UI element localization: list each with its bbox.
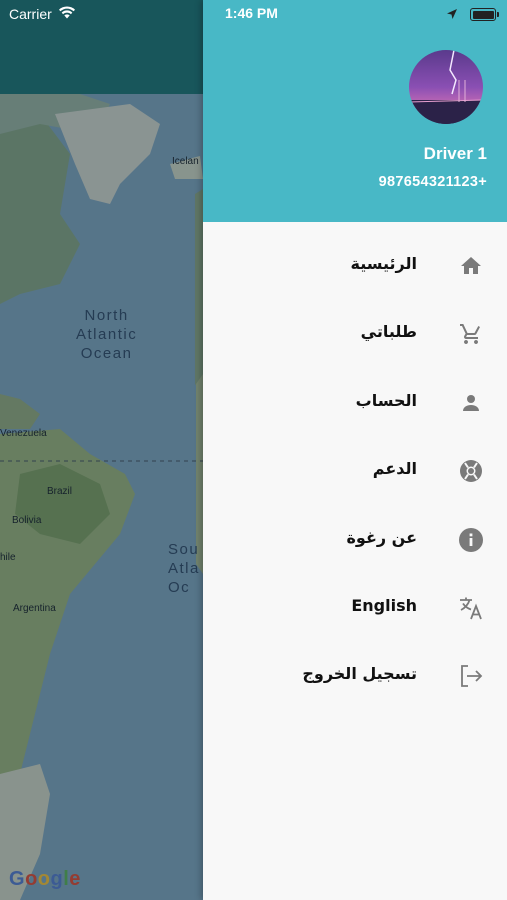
drawer-menu: الرئيسية طلباتي الحساب الدعم عن رغوة Eng… <box>203 232 507 711</box>
menu-label-home: الرئيسية <box>350 254 418 273</box>
menu-label-support: الدعم <box>372 459 417 479</box>
lifebuoy-icon <box>457 457 485 485</box>
menu-label-account: الحساب <box>355 390 417 410</box>
battery-icon <box>470 8 499 21</box>
status-bar-right <box>446 5 499 24</box>
location-arrow-icon <box>446 5 458 24</box>
menu-label-about: عن رغوة <box>346 527 417 547</box>
wifi-icon <box>58 6 76 22</box>
home-icon <box>457 252 485 280</box>
translate-icon <box>457 594 485 622</box>
menu-item-home[interactable]: الرئيسية <box>203 232 507 300</box>
menu-label-logout: تسجيل الخروج <box>302 664 417 684</box>
carrier-label: Carrier <box>9 6 52 22</box>
driver-name: Driver 1 <box>423 144 487 163</box>
menu-item-support[interactable]: الدعم <box>203 437 507 505</box>
cart-icon <box>457 320 485 348</box>
status-bar-left: Carrier <box>9 4 76 24</box>
drawer-header: 1:46 PM Driver 1 987654321123+ <box>203 0 507 222</box>
menu-item-account[interactable]: الحساب <box>203 369 507 437</box>
logout-icon <box>457 662 485 690</box>
menu-label-orders: طلباتي <box>360 322 417 342</box>
side-drawer: 1:46 PM Driver 1 987654321123+ الرئيسية … <box>203 0 507 900</box>
driver-phone: 987654321123+ <box>378 174 487 190</box>
menu-item-logout[interactable]: تسجيل الخروج <box>203 642 507 710</box>
info-icon <box>457 526 485 554</box>
avatar[interactable] <box>409 50 483 124</box>
person-icon <box>457 389 485 417</box>
menu-item-orders[interactable]: طلباتي <box>203 300 507 368</box>
menu-item-language[interactable]: English <box>203 574 507 642</box>
menu-item-about[interactable]: عن رغوة <box>203 506 507 574</box>
menu-label-language: English <box>351 595 417 615</box>
